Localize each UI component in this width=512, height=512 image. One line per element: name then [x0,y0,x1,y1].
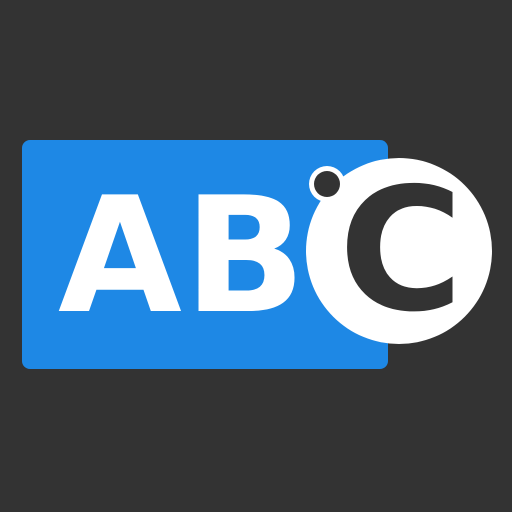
abc-logo: A B C [0,0,512,512]
logo-letter-a: A [58,162,182,349]
logo-letter-c: C [338,152,464,350]
logo-letter-b: B [183,162,306,349]
logo-letters-ab: A B [58,176,306,336]
